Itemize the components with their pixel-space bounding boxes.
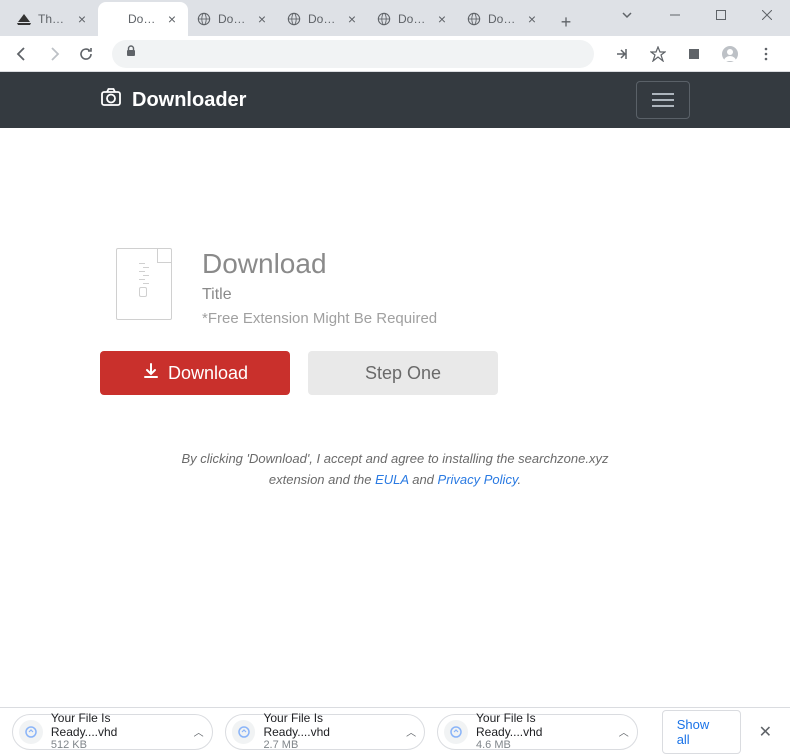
brand[interactable]: Downloader [100, 86, 246, 114]
globe-icon [286, 11, 302, 27]
tab-5[interactable]: Downlo × [458, 2, 548, 36]
chevron-up-icon[interactable]: ︿ [188, 724, 204, 739]
tab-title: Downlo [218, 12, 248, 26]
download-name: Your File Is Ready....vhd [476, 711, 605, 740]
close-icon[interactable]: × [164, 11, 180, 27]
zip-file-icon [116, 248, 172, 320]
toolbar-right [606, 40, 782, 68]
close-icon[interactable]: × [74, 11, 90, 27]
file-icon [19, 720, 43, 744]
eula-link[interactable]: EULA [375, 472, 408, 487]
download-size: 4.6 MB [476, 739, 605, 752]
menu-icon[interactable] [750, 40, 782, 68]
camera-icon [100, 86, 122, 114]
lock-icon [124, 44, 138, 63]
download-name: Your File Is Ready....vhd [51, 711, 180, 740]
back-button[interactable] [8, 40, 36, 68]
blank-icon [106, 11, 122, 27]
close-icon[interactable]: × [524, 11, 540, 27]
download-size: 2.7 MB [263, 739, 392, 752]
tab-3[interactable]: Downlo × [278, 2, 368, 36]
close-button[interactable] [744, 0, 790, 30]
brand-text: Downloader [132, 89, 246, 112]
download-icon [142, 362, 160, 385]
privacy-link[interactable]: Privacy Policy [438, 472, 518, 487]
close-icon[interactable]: × [434, 11, 450, 27]
tab-title: Downlo [398, 12, 428, 26]
tab-title: The Pira [38, 12, 68, 26]
browser-titlebar: The Pira × Downlo × Downlo × Downlo × [0, 0, 790, 36]
tab-0[interactable]: The Pira × [8, 2, 98, 36]
globe-icon [196, 11, 212, 27]
close-icon[interactable]: ✕ [753, 722, 778, 742]
download-item[interactable]: Your File Is Ready....vhd 2.7 MB ︿ [225, 714, 426, 750]
chevron-up-icon[interactable]: ︿ [400, 724, 416, 739]
bookmark-icon[interactable] [642, 40, 674, 68]
profile-icon[interactable] [714, 40, 746, 68]
tab-4[interactable]: Downlo × [368, 2, 458, 36]
downloads-bar: Your File Is Ready....vhd 512 KB ︿ Your … [0, 707, 790, 755]
share-icon[interactable] [606, 40, 638, 68]
file-icon [232, 720, 256, 744]
disclaimer: By clicking 'Download', I accept and agr… [100, 449, 690, 491]
extensions-icon[interactable] [678, 40, 710, 68]
new-tab-button[interactable]: + [552, 8, 580, 36]
download-button[interactable]: Download [100, 351, 290, 395]
minimize-button[interactable] [652, 0, 698, 30]
extension-note: *Free Extension Might Be Required [202, 310, 437, 327]
reload-button[interactable] [72, 40, 100, 68]
hamburger-menu[interactable] [636, 81, 690, 119]
tab-title: Downlo [308, 12, 338, 26]
download-size: 512 KB [51, 739, 180, 752]
maximize-button[interactable] [698, 0, 744, 30]
tab-2[interactable]: Downlo × [188, 2, 278, 36]
tab-title: Downlo [488, 12, 518, 26]
forward-button[interactable] [40, 40, 68, 68]
page-header: Downloader [0, 72, 790, 128]
globe-icon [376, 11, 392, 27]
file-icon [444, 720, 468, 744]
show-all-button[interactable]: Show all [662, 710, 741, 754]
download-item[interactable]: Your File Is Ready....vhd 4.6 MB ︿ [437, 714, 638, 750]
browser-toolbar [0, 36, 790, 72]
window-controls [610, 0, 790, 30]
chevron-up-icon[interactable]: ︿ [613, 724, 629, 739]
close-icon[interactable]: × [344, 11, 360, 27]
download-item[interactable]: Your File Is Ready....vhd 512 KB ︿ [12, 714, 213, 750]
main-content: Download Title *Free Extension Might Be … [0, 128, 790, 491]
address-bar[interactable] [112, 40, 594, 68]
close-icon[interactable]: × [254, 11, 270, 27]
tab-title: Downlo [128, 12, 158, 26]
page-heading: Download [202, 248, 437, 280]
tab-1[interactable]: Downlo × [98, 2, 188, 36]
file-title: Title [202, 286, 437, 304]
download-name: Your File Is Ready....vhd [263, 711, 392, 740]
download-button-label: Download [168, 363, 248, 384]
chevron-down-icon[interactable] [610, 0, 644, 30]
ship-icon [16, 11, 32, 27]
globe-icon [466, 11, 482, 27]
step-one-label: Step One [365, 363, 441, 384]
step-one-button[interactable]: Step One [308, 351, 498, 395]
tab-strip: The Pira × Downlo × Downlo × Downlo × [8, 2, 580, 36]
download-info: Download Title *Free Extension Might Be … [202, 248, 437, 327]
